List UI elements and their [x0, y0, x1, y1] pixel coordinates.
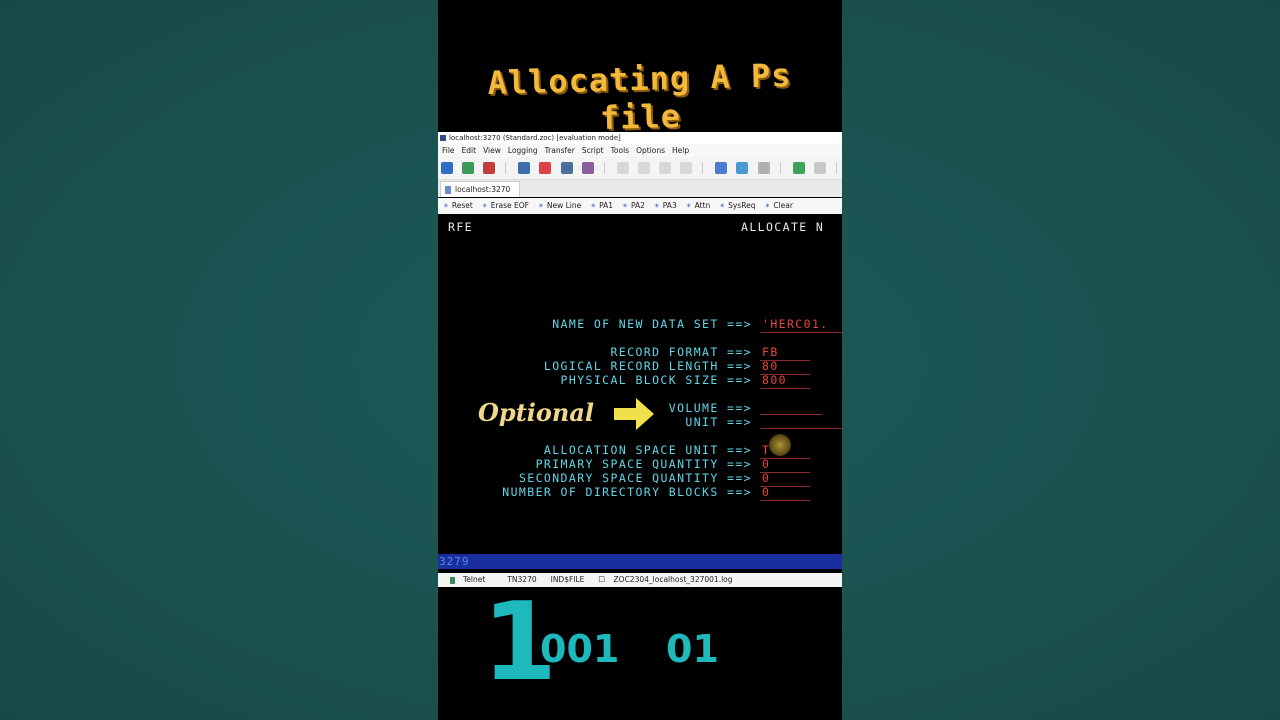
attn-button[interactable]: ✶ Attn [686, 201, 711, 210]
star-icon: ✶ [481, 202, 488, 210]
blksize-field[interactable]: 800 [762, 373, 787, 387]
toolbar-separator [505, 162, 507, 174]
volume-label: VOLUME ==> [668, 401, 752, 415]
sysreq-button[interactable]: ✶ SysReq [719, 201, 755, 210]
session-tab-bar: localhost:3270 [438, 180, 842, 197]
volume-field[interactable] [760, 414, 822, 415]
primary-field[interactable]: 0 [762, 457, 770, 471]
dirblocks-label: NUMBER OF DIRECTORY BLOCKS ==> [502, 485, 752, 499]
dsname-field[interactable]: 'HERC01. [762, 317, 829, 331]
screen-id: RFE [448, 220, 473, 234]
lrecl-field[interactable]: 80 [762, 359, 779, 373]
download-icon[interactable] [715, 162, 728, 174]
mouse-cursor-highlight [769, 434, 791, 456]
toolbar-separator [779, 162, 781, 174]
host-directory-icon[interactable] [518, 162, 531, 174]
secondary-label: SECONDARY SPACE QUANTITY ==> [518, 471, 752, 485]
toolbar [438, 157, 842, 180]
print-icon[interactable] [659, 162, 672, 174]
session-settings-icon[interactable] [581, 162, 594, 174]
copy-icon[interactable] [616, 162, 629, 174]
terminal-status-line: 3279 [438, 554, 842, 569]
toolbar-separator [702, 162, 704, 174]
reset-button[interactable]: ✶ Reset [443, 201, 473, 210]
new-line-button[interactable]: ✶ New Line [538, 201, 581, 210]
user-button-bar: ✶ Reset ✶ Erase EOF ✶ New Line ✶ PA1 ✶ PA2 ✶ PA3 ✶ At… [438, 198, 842, 214]
menu-help[interactable]: Help [672, 146, 689, 155]
secondary-field[interactable]: 0 [762, 471, 770, 485]
arrow-right-icon [614, 398, 654, 430]
stop-script-icon[interactable] [813, 162, 826, 174]
menu-transfer[interactable]: Transfer [545, 146, 575, 155]
menu-bar: File Edit View Logging Transfer Script Tools Op… [438, 144, 842, 157]
menu-edit[interactable]: Edit [462, 146, 477, 155]
menu-tools[interactable]: Tools [611, 146, 629, 155]
spaceunit-label: ALLOCATION SPACE UNIT ==> [543, 443, 752, 457]
terminal-screen[interactable]: RFE ALLOCATE N NAME OF NEW DATA SET ==> … [438, 215, 842, 555]
star-icon: ✶ [590, 202, 597, 210]
app-icon [440, 135, 446, 141]
window-titlebar[interactable]: localhost:3270 (Standard.zoc) [evaluatio… [438, 132, 842, 144]
banner-title: Allocating A Ps file [487, 56, 792, 138]
counter-value-a: 001 [540, 627, 620, 671]
menu-file[interactable]: File [442, 146, 455, 155]
star-icon: ✶ [653, 202, 660, 210]
toolbar-separator [603, 162, 605, 174]
session-tab-label: localhost:3270 [455, 185, 511, 194]
dirblocks-field[interactable]: 0 [762, 485, 770, 499]
window-title: localhost:3270 (Standard.zoc) [evaluatio… [449, 134, 621, 142]
connect-icon[interactable] [462, 162, 475, 174]
disconnect-icon[interactable] [483, 162, 496, 174]
status-logfile[interactable]: ☐ ZOC2304_localhost_327001.log [598, 575, 740, 584]
transfer-icon[interactable] [757, 162, 770, 174]
star-icon: ✶ [685, 202, 692, 210]
optional-annotation: Optional [478, 398, 595, 427]
blksize-label: PHYSICAL BLOCK SIZE ==> [560, 373, 752, 387]
document-icon [445, 186, 451, 194]
menu-logging[interactable]: Logging [508, 146, 538, 155]
star-icon: ✶ [764, 202, 771, 210]
counter-overlay: 1 001 01 [438, 587, 842, 720]
pa2-button[interactable]: ✶ PA2 [622, 201, 645, 210]
star-icon: ✶ [719, 202, 726, 210]
pa3-button[interactable]: ✶ PA3 [654, 201, 677, 210]
clear-button[interactable]: ✶ Clear [764, 201, 793, 210]
screen-title: ALLOCATE N [741, 220, 825, 234]
toolbar-separator [835, 162, 837, 174]
menu-options[interactable]: Options [636, 146, 665, 155]
connection-icon [450, 576, 455, 584]
primary-label: PRIMARY SPACE QUANTITY ==> [535, 457, 752, 471]
star-icon: ✶ [622, 202, 628, 210]
dirblocks-underline [760, 500, 810, 501]
counter-value-b: 01 [666, 627, 719, 671]
erase-eof-button[interactable]: ✶ Erase EOF [482, 201, 529, 210]
lrecl-label: LOGICAL RECORD LENGTH ==> [543, 359, 752, 373]
close-session-icon[interactable] [539, 162, 552, 174]
copy-session-icon[interactable] [560, 162, 573, 174]
star-icon: ✶ [537, 202, 544, 210]
unit-label: UNIT ==> [685, 415, 752, 429]
dsname-underline [760, 332, 842, 333]
title-banner: Allocating A Ps file [438, 0, 842, 137]
dsname-label: NAME OF NEW DATA SET ==> [552, 317, 752, 331]
blksize-underline [760, 388, 810, 389]
upload-icon[interactable] [736, 162, 749, 174]
menu-script[interactable]: Script [582, 146, 604, 155]
session-tab[interactable]: localhost:3270 [440, 181, 520, 197]
clipboard-icon[interactable] [680, 162, 693, 174]
video-frame: Allocating A Ps file localhost:3270 (Sta… [438, 0, 842, 720]
paste-icon[interactable] [637, 162, 650, 174]
run-script-icon[interactable] [792, 162, 805, 174]
recfm-field[interactable]: FB [762, 345, 779, 359]
unit-field[interactable] [760, 428, 842, 429]
pa1-button[interactable]: ✶ PA1 [590, 201, 613, 210]
star-icon: ✶ [443, 202, 449, 210]
menu-view[interactable]: View [483, 146, 501, 155]
new-session-icon[interactable] [441, 162, 453, 174]
recfm-label: RECORD FORMAT ==> [610, 345, 752, 359]
